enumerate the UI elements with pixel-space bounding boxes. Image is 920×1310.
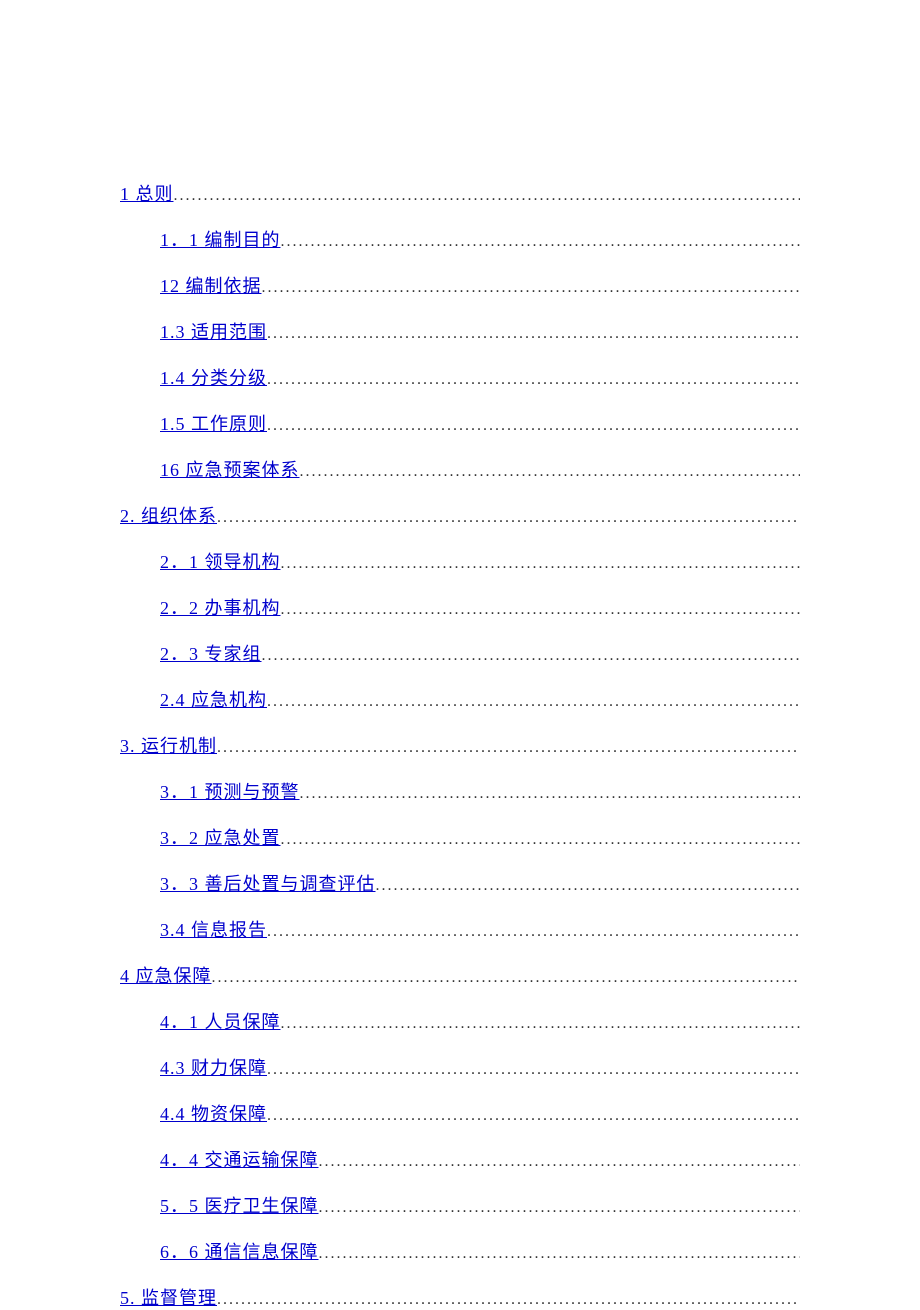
toc-entry: 1.4 分类分级 bbox=[160, 364, 800, 390]
toc-link[interactable]: 12 编制依据 bbox=[160, 272, 262, 298]
toc-link[interactable]: 1.3 适用范围 bbox=[160, 318, 267, 344]
toc-leader bbox=[319, 1153, 801, 1171]
toc-leader bbox=[267, 325, 800, 343]
toc-leader bbox=[376, 877, 801, 895]
toc-entry: 1 总则 bbox=[120, 180, 800, 206]
toc-leader bbox=[300, 785, 801, 803]
toc-leader bbox=[267, 417, 800, 435]
toc-link[interactable]: 1.5 工作原则 bbox=[160, 410, 267, 436]
toc-leader bbox=[281, 601, 801, 619]
toc-leader bbox=[300, 463, 801, 481]
toc-entry: 3.4 信息报告 bbox=[160, 916, 800, 942]
toc-leader bbox=[281, 555, 801, 573]
toc-leader bbox=[319, 1245, 801, 1263]
toc-entry: 3. 运行机制 bbox=[120, 732, 800, 758]
toc-entry: 2．1 领导机构 bbox=[160, 548, 800, 574]
toc-entry: 4 应急保障 bbox=[120, 962, 800, 988]
toc-link[interactable]: 2. 组织体系 bbox=[120, 502, 217, 528]
toc-leader bbox=[217, 1291, 800, 1309]
toc-leader bbox=[267, 693, 800, 711]
toc-link[interactable]: 4．4 交通运输保障 bbox=[160, 1146, 319, 1172]
toc-link[interactable]: 3.4 信息报告 bbox=[160, 916, 267, 942]
toc-leader bbox=[212, 969, 801, 987]
toc-entry: 4.4 物资保障 bbox=[160, 1100, 800, 1126]
toc-leader bbox=[217, 509, 800, 527]
toc-link[interactable]: 2.4 应急机构 bbox=[160, 686, 267, 712]
toc-entry: 2. 组织体系 bbox=[120, 502, 800, 528]
toc-entry: 2．3 专家组 bbox=[160, 640, 800, 666]
toc-link[interactable]: 5. 监督管理 bbox=[120, 1284, 217, 1310]
toc-leader bbox=[267, 1061, 800, 1079]
toc-entry: 3．2 应急处置 bbox=[160, 824, 800, 850]
toc-entry: 3．3 善后处置与调查评估 bbox=[160, 870, 800, 896]
toc-entry: 1.5 工作原则 bbox=[160, 410, 800, 436]
toc-entry: 16 应急预案体系 bbox=[160, 456, 800, 482]
toc-link[interactable]: 1.4 分类分级 bbox=[160, 364, 267, 390]
toc-entry: 12 编制依据 bbox=[160, 272, 800, 298]
toc-link[interactable]: 1 总则 bbox=[120, 180, 174, 206]
toc-leader bbox=[267, 923, 800, 941]
toc-leader bbox=[281, 831, 801, 849]
toc-entry: 5．5 医疗卫生保障 bbox=[160, 1192, 800, 1218]
toc-link[interactable]: 5．5 医疗卫生保障 bbox=[160, 1192, 319, 1218]
toc-link[interactable]: 3．2 应急处置 bbox=[160, 824, 281, 850]
toc-leader bbox=[281, 233, 801, 251]
toc-link[interactable]: 4.3 财力保障 bbox=[160, 1054, 267, 1080]
toc-link[interactable]: 4．1 人员保障 bbox=[160, 1008, 281, 1034]
toc-link[interactable]: 6．6 通信信息保障 bbox=[160, 1238, 319, 1264]
toc-link[interactable]: 3. 运行机制 bbox=[120, 732, 217, 758]
toc-link[interactable]: 1．1 编制目的 bbox=[160, 226, 281, 252]
toc-entry: 5. 监督管理 bbox=[120, 1284, 800, 1310]
toc-leader bbox=[319, 1199, 801, 1217]
toc-link[interactable]: 2．1 领导机构 bbox=[160, 548, 281, 574]
toc-leader bbox=[262, 647, 801, 665]
toc-link[interactable]: 3．3 善后处置与调查评估 bbox=[160, 870, 376, 896]
toc-entry: 1.3 适用范围 bbox=[160, 318, 800, 344]
toc-leader bbox=[174, 187, 801, 205]
toc-leader bbox=[217, 739, 800, 757]
toc-leader bbox=[281, 1015, 801, 1033]
toc-link[interactable]: 4 应急保障 bbox=[120, 962, 212, 988]
toc-entry: 2.4 应急机构 bbox=[160, 686, 800, 712]
toc-leader bbox=[267, 1107, 800, 1125]
toc-link[interactable]: 3．1 预测与预警 bbox=[160, 778, 300, 804]
toc-entry: 1．1 编制目的 bbox=[160, 226, 800, 252]
toc-link[interactable]: 4.4 物资保障 bbox=[160, 1100, 267, 1126]
toc-link[interactable]: 16 应急预案体系 bbox=[160, 456, 300, 482]
toc-link[interactable]: 2．2 办事机构 bbox=[160, 594, 281, 620]
toc-leader bbox=[262, 279, 801, 297]
toc-entry: 4．1 人员保障 bbox=[160, 1008, 800, 1034]
toc-link[interactable]: 2．3 专家组 bbox=[160, 640, 262, 666]
toc-entry: 3．1 预测与预警 bbox=[160, 778, 800, 804]
toc-leader bbox=[267, 371, 800, 389]
toc-entry: 2．2 办事机构 bbox=[160, 594, 800, 620]
toc-entry: 6．6 通信信息保障 bbox=[160, 1238, 800, 1264]
toc-entry: 4.3 财力保障 bbox=[160, 1054, 800, 1080]
table-of-contents: 1 总则 1．1 编制目的 12 编制依据 1.3 适用范围 1.4 分类分级 … bbox=[120, 180, 800, 1310]
toc-entry: 4．4 交通运输保障 bbox=[160, 1146, 800, 1172]
